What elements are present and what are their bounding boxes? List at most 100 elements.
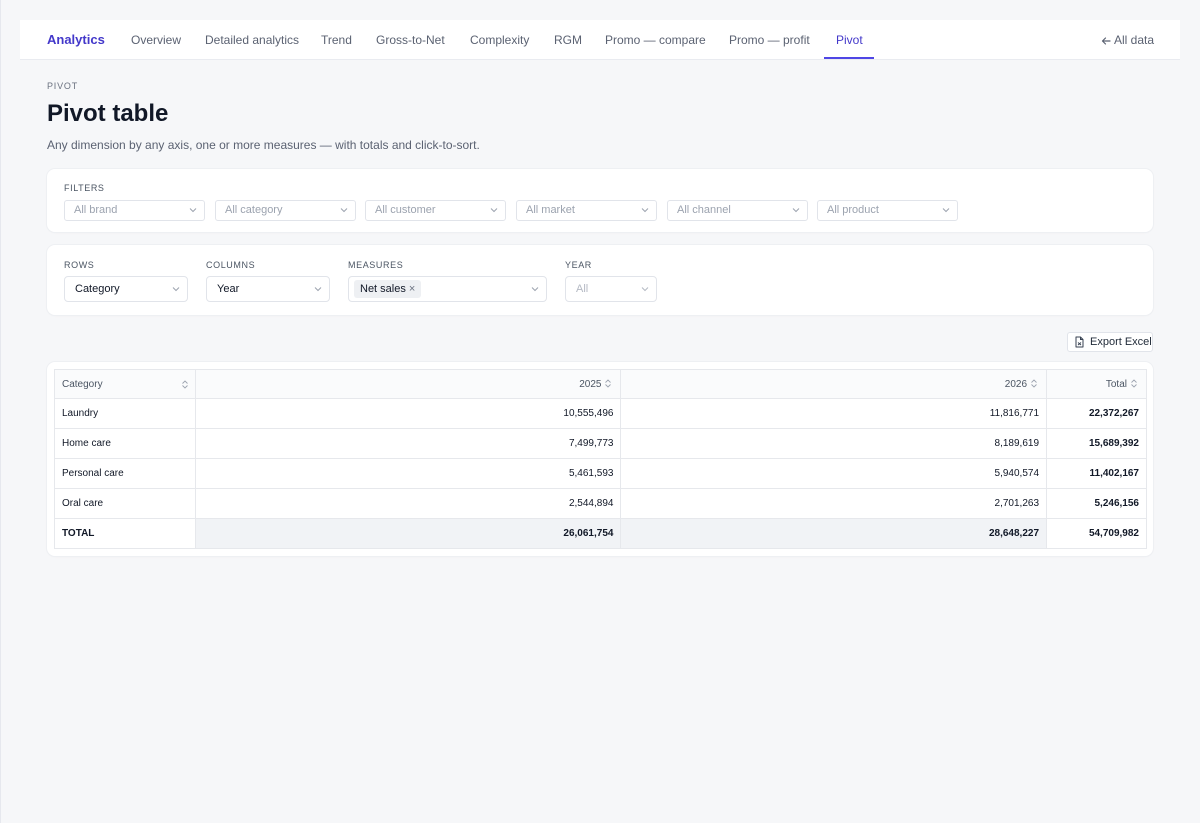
row-category-cell: Oral care: [54, 488, 196, 519]
year-select[interactable]: All: [565, 276, 657, 302]
value-2026-cell: 8,189,619: [620, 428, 1048, 459]
tab-rgm[interactable]: RGM: [554, 20, 582, 60]
table-row: Personal care 5,461,593 5,940,574 11,402…: [54, 458, 1147, 489]
customer-filter-select[interactable]: All customer: [365, 200, 506, 221]
value-2026-cell: 5,940,574: [620, 458, 1048, 489]
grand-total-2025: 26,061,754: [194, 518, 622, 549]
tab-complexity[interactable]: Complexity: [470, 20, 529, 60]
rows-select[interactable]: Category: [64, 276, 188, 302]
grand-total-label: TOTAL: [54, 518, 196, 549]
page-title: Pivot table: [47, 100, 169, 127]
customer-filter-placeholder: All customer: [375, 204, 436, 216]
product-filter-placeholder: All product: [827, 204, 879, 216]
chevron-down-icon: [641, 208, 649, 213]
rows-value: Category: [75, 283, 120, 295]
year-value: All: [576, 283, 589, 295]
header-category-label: Category: [62, 378, 103, 390]
filters-card: FILTERS All brand All category All custo…: [47, 169, 1153, 232]
chevron-down-icon: [641, 287, 649, 292]
category-filter-select[interactable]: All category: [215, 200, 356, 221]
tab-promo-profit[interactable]: Promo — profit: [729, 20, 810, 60]
sort-icon: [182, 380, 188, 389]
grand-total-value: 54,709,982: [1046, 518, 1147, 549]
tab-overview[interactable]: Overview: [131, 20, 181, 60]
header-2026-label: 2026: [1004, 378, 1028, 390]
tab-detailed-analytics[interactable]: Detailed analytics: [205, 20, 299, 60]
value-2025-cell: 5,461,593: [194, 458, 622, 489]
all-data-link[interactable]: All data: [1101, 20, 1154, 60]
tab-pivot[interactable]: Pivot: [836, 20, 863, 60]
brand-logo[interactable]: Analytics: [47, 32, 105, 47]
measure-chip-label: Net sales: [360, 283, 406, 295]
sort-icon: [1031, 378, 1037, 388]
row-total-cell: 15,689,392: [1046, 428, 1147, 459]
header-2025-label: 2025: [579, 378, 602, 390]
market-filter-select[interactable]: All market: [516, 200, 657, 221]
filters-label: FILTERS: [64, 183, 105, 193]
row-total-cell: 5,246,156: [1046, 488, 1147, 519]
row-total-cell: 11,402,167: [1046, 458, 1147, 489]
window-edge: [0, 0, 1, 823]
grand-total-row: TOTAL 26,061,754 28,648,227 54,709,982: [54, 518, 1147, 549]
measure-chip: Net sales ×: [354, 280, 422, 298]
chevron-down-icon: [172, 287, 180, 292]
export-excel-button[interactable]: Export Excel: [1067, 332, 1153, 352]
sort-icon: [605, 378, 612, 388]
table-header-row: Category 2025 2026 Total: [54, 369, 1147, 399]
measures-select[interactable]: Net sales ×: [348, 276, 547, 302]
tab-trend[interactable]: Trend: [321, 20, 352, 60]
chevron-down-icon: [942, 208, 950, 213]
rows-label: ROWS: [64, 260, 95, 270]
chevron-down-icon: [792, 208, 800, 213]
channel-filter-placeholder: All channel: [677, 204, 731, 216]
tab-promo-compare[interactable]: Promo — compare: [605, 20, 706, 60]
export-excel-label: Export Excel: [1090, 336, 1152, 348]
columns-label: COLUMNS: [206, 260, 256, 270]
brand-filter-select[interactable]: All brand: [64, 200, 205, 221]
top-nav: Analytics Overview Detailed analytics Tr…: [20, 20, 1180, 60]
row-category-cell: Personal care: [54, 458, 196, 489]
value-2025-cell: 10,555,496: [194, 398, 622, 429]
row-total-cell: 22,372,267: [1046, 398, 1147, 429]
value-2025-cell: 7,499,773: [194, 428, 622, 459]
chevron-down-icon: [531, 287, 539, 292]
chevron-down-icon: [490, 208, 498, 213]
columns-value: Year: [217, 283, 240, 295]
header-2025[interactable]: 2025: [194, 369, 622, 399]
channel-filter-select[interactable]: All channel: [667, 200, 808, 221]
header-total[interactable]: Total: [1046, 369, 1147, 399]
columns-select[interactable]: Year: [206, 276, 330, 302]
pivot-table: Category 2025 2026 Total Laundry 10,555,…: [54, 369, 1147, 549]
chevron-down-icon: [340, 208, 348, 213]
grand-total-2026: 28,648,227: [620, 518, 1048, 549]
chevron-down-icon: [314, 287, 322, 292]
measures-label: MEASURES: [348, 260, 404, 270]
row-category-cell: Home care: [54, 428, 196, 459]
page-subtitle: Any dimension by any axis, one or more m…: [47, 138, 480, 152]
table-row: Laundry 10,555,496 11,816,771 22,372,267: [54, 398, 1147, 429]
category-filter-placeholder: All category: [225, 204, 283, 216]
market-filter-placeholder: All market: [526, 204, 575, 216]
active-tab-indicator: [824, 57, 874, 59]
header-category[interactable]: Category: [54, 369, 196, 399]
brand-filter-placeholder: All brand: [74, 204, 118, 216]
table-row: Oral care 2,544,894 2,701,263 5,246,156: [54, 488, 1147, 519]
product-filter-select[interactable]: All product: [817, 200, 958, 221]
value-2026-cell: 11,816,771: [620, 398, 1048, 429]
chevron-down-icon: [189, 208, 197, 213]
header-2026[interactable]: 2026: [620, 369, 1048, 399]
arrow-left-icon: [1101, 37, 1111, 45]
value-2025-cell: 2,544,894: [194, 488, 622, 519]
value-2026-cell: 2,701,263: [620, 488, 1048, 519]
tab-gross-to-net[interactable]: Gross-to-Net: [376, 20, 445, 60]
year-label: YEAR: [565, 260, 592, 270]
all-data-label: All data: [1113, 33, 1154, 47]
header-total-label: Total: [1105, 378, 1127, 390]
sort-icon: [1131, 378, 1137, 388]
page-eyebrow: PIVOT: [47, 81, 79, 91]
file-icon: [1075, 336, 1084, 348]
row-category-cell: Laundry: [54, 398, 196, 429]
pivot-config-card: ROWS Category COLUMNS Year MEASURES Net …: [47, 245, 1153, 315]
remove-chip-icon[interactable]: ×: [409, 283, 415, 295]
table-row: Home care 7,499,773 8,189,619 15,689,392: [54, 428, 1147, 459]
